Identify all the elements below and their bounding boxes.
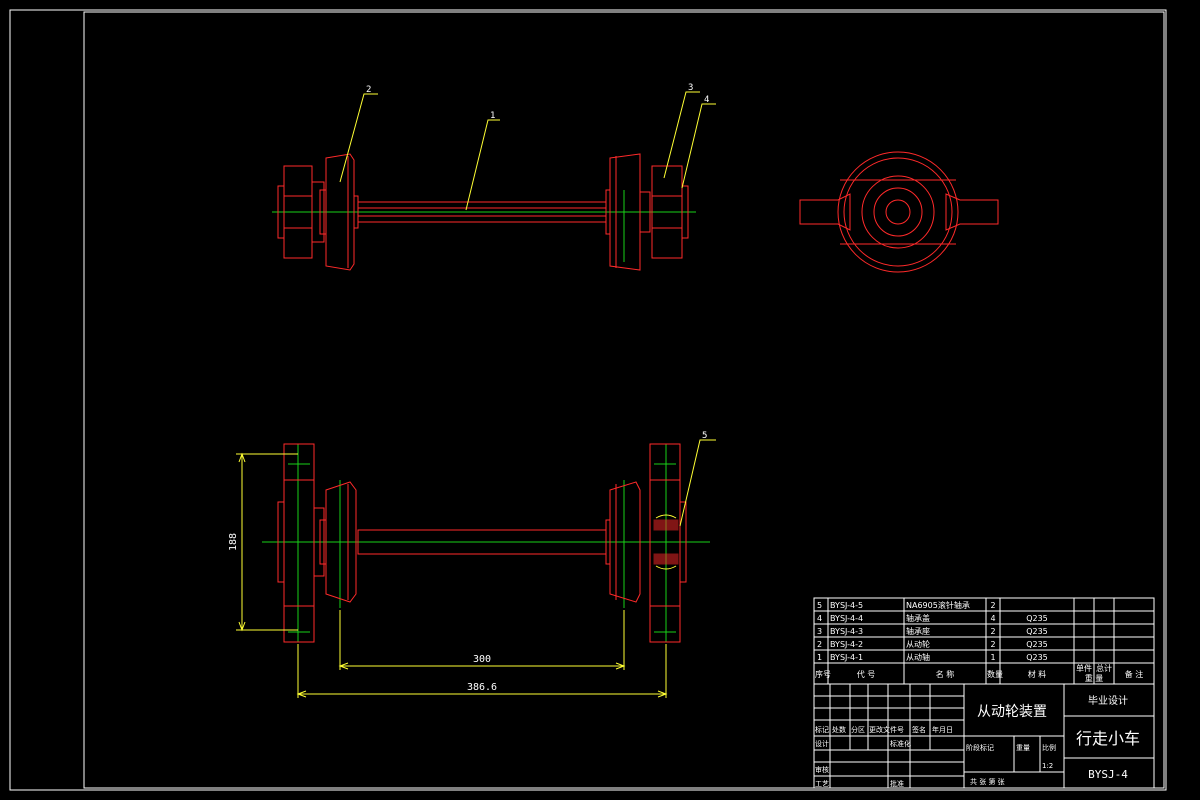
parts-row-3-material: Q235 (1026, 640, 1048, 649)
parts-row-0-qty: 2 (990, 601, 995, 610)
lbl-zone: 分区 (851, 725, 865, 734)
drawing-name: 从动轮装置 (977, 704, 1047, 720)
hdr-name: 名 称 (936, 669, 955, 679)
balloon-4: 4 (704, 95, 709, 105)
hdr-weight: 重 量 (1085, 673, 1104, 683)
parts-row-0-name: NA6905滚针轴承 (906, 600, 970, 610)
parts-row-4-code: BYSJ-4-1 (830, 653, 863, 662)
lbl-scale: 比例 (1042, 743, 1056, 752)
drawing-no: BYSJ-4 (1088, 768, 1128, 781)
lbl-sheets: 共 张 第 张 (970, 777, 1005, 786)
lbl-count: 处数 (832, 725, 846, 734)
dimensions (236, 452, 668, 698)
parts-row-2-qty: 2 (990, 627, 995, 636)
hdr-code: 代 号 (857, 669, 876, 679)
project-type: 毕业设计 (1088, 694, 1128, 707)
parts-row-4-material: Q235 (1026, 653, 1048, 662)
balloon-5: 5 (702, 431, 707, 441)
parts-row-2-no: 3 (817, 627, 822, 636)
parts-row-3-name: 从动轮 (906, 639, 930, 649)
parts-row-2-code: BYSJ-4-3 (830, 627, 863, 636)
lbl-approve: 批准 (890, 779, 904, 788)
parts-row-1-no: 4 (817, 614, 822, 623)
parts-row-4-name: 从动轴 (906, 652, 930, 662)
balloon-3: 3 (688, 83, 693, 93)
parts-row-0-code: BYSJ-4-5 (830, 601, 863, 610)
lbl-standardize: 标准化 (890, 739, 911, 748)
dim-span-inner-label: 300 (473, 654, 491, 665)
parts-list-rows: 5 BYSJ-4-5 NA6905滚针轴承 2 4 BYSJ-4-4 轴承盖 4 Q235 3 BY… (817, 600, 1048, 662)
side-view (799, 151, 999, 273)
parts-row-4-qty: 1 (990, 653, 995, 662)
hdr-remarks: 备 注 (1125, 669, 1144, 679)
parts-row-2-material: Q235 (1026, 627, 1048, 636)
parts-row-0-no: 5 (817, 601, 822, 610)
lbl-mark: 标记 (815, 725, 829, 734)
project-name: 行走小车 (1076, 729, 1140, 748)
parts-row-1-qty: 4 (990, 614, 995, 623)
front-elevation-view (272, 153, 696, 271)
parts-row-3-code: BYSJ-4-2 (830, 640, 863, 649)
plan-view (262, 443, 710, 643)
hdr-material: 材 料 (1028, 669, 1047, 679)
dim-span-outer-label: 386.6 (467, 682, 497, 693)
lbl-stage: 阶段标记 (966, 743, 994, 752)
hdr-qty: 数量 (987, 669, 1003, 679)
balloon-labels: 1 2 3 4 5 (366, 83, 709, 441)
hdr-unit: 单件 (1076, 663, 1092, 673)
parts-row-1-material: Q235 (1026, 614, 1048, 623)
leaders (339, 91, 716, 527)
lbl-date: 年月日 (932, 725, 953, 734)
balloon-2: 2 (366, 85, 371, 95)
lbl-process: 工艺 (815, 780, 829, 788)
hdr-no: 序号 (815, 669, 831, 679)
balloon-1: 1 (490, 111, 495, 121)
lbl-weight: 重量 (1016, 744, 1030, 752)
parts-row-1-code: BYSJ-4-4 (830, 614, 863, 623)
lbl-scale-value: 1:2 (1042, 762, 1053, 770)
hdr-total: 总计 (1096, 663, 1112, 673)
dim-height-label: 188 (228, 533, 239, 551)
lbl-change: 更改文件号 (869, 725, 904, 734)
lbl-design: 设计 (815, 739, 829, 748)
parts-row-1-name: 轴承盖 (906, 613, 930, 623)
parts-row-3-no: 2 (817, 640, 822, 649)
cad-drawing: 188 300 386.6 1 2 3 4 5 5 BYSJ-4-5 NA6905滚… (9, 9, 1167, 791)
parts-row-4-no: 1 (817, 653, 822, 662)
lbl-check: 审核 (815, 765, 829, 774)
parts-row-3-qty: 2 (990, 640, 995, 649)
dimension-labels: 188 300 386.6 (228, 533, 497, 693)
lbl-sign: 签名 (912, 725, 926, 734)
parts-row-2-name: 轴承座 (906, 626, 930, 636)
